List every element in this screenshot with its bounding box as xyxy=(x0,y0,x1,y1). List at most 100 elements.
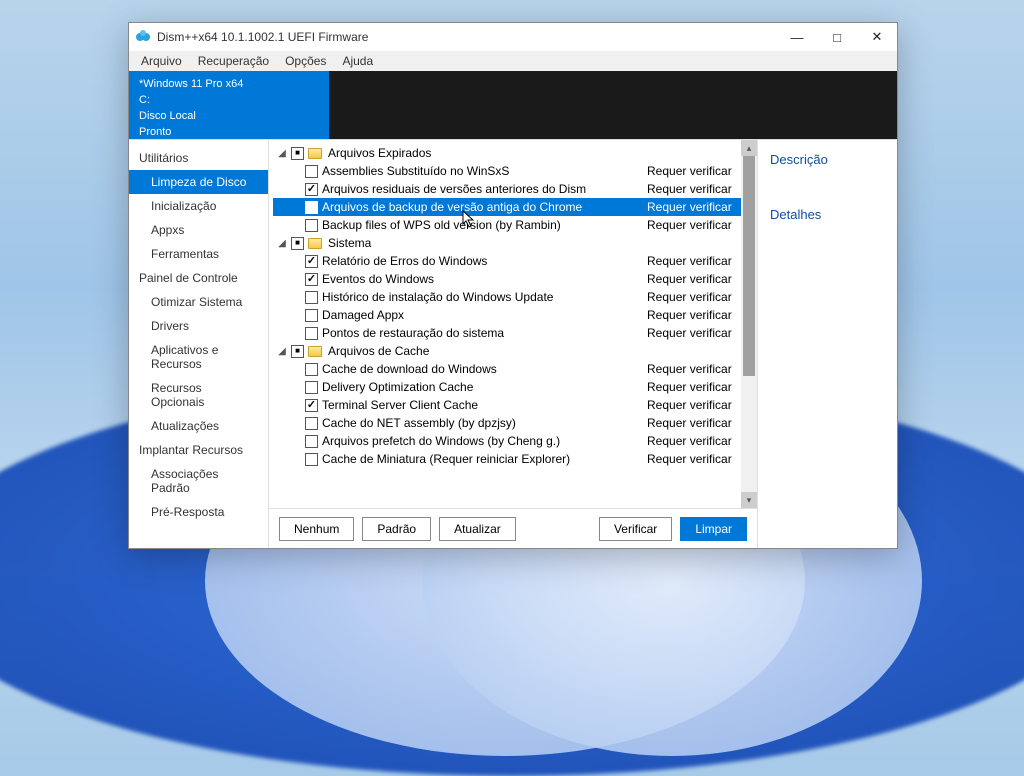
item-status: Requer verificar xyxy=(647,308,737,322)
item-status: Requer verificar xyxy=(647,398,737,412)
tree-item[interactable]: Assemblies Substituído no WinSxSRequer v… xyxy=(273,162,741,180)
sidebar-item[interactable]: Aplicativos e Recursos xyxy=(129,338,268,376)
scrollbar[interactable]: ▴ ▾ xyxy=(741,140,757,508)
item-label: Assemblies Substituído no WinSxS xyxy=(322,164,643,178)
refresh-button[interactable]: Atualizar xyxy=(439,517,516,541)
clean-button[interactable]: Limpar xyxy=(680,517,747,541)
item-checkbox[interactable] xyxy=(305,219,318,232)
maximize-button[interactable]: □ xyxy=(817,23,857,51)
default-button[interactable]: Padrão xyxy=(362,517,431,541)
group-checkbox[interactable] xyxy=(291,237,304,250)
item-label: Terminal Server Client Cache xyxy=(322,398,643,412)
item-status: Requer verificar xyxy=(647,182,737,196)
group-label: Arquivos Expirados xyxy=(328,146,431,160)
item-label: Histórico de instalação do Windows Updat… xyxy=(322,290,643,304)
item-status: Requer verificar xyxy=(647,218,737,232)
info-disk: Disco Local xyxy=(139,109,319,125)
item-checkbox[interactable] xyxy=(305,183,318,196)
sidebar-item[interactable]: Inicialização xyxy=(129,194,268,218)
item-checkbox[interactable] xyxy=(305,453,318,466)
system-info-panel[interactable]: *Windows 11 Pro x64 C: Disco Local Pront… xyxy=(129,71,329,139)
tree-item[interactable]: Cache de download do WindowsRequer verif… xyxy=(273,360,741,378)
tree-item[interactable]: Arquivos prefetch do Windows (by Cheng g… xyxy=(273,432,741,450)
tree-item[interactable]: Arquivos residuais de versões anteriores… xyxy=(273,180,741,198)
window-title: Dism++x64 10.1.1002.1 UEFI Firmware xyxy=(157,30,777,44)
tree-item[interactable]: Terminal Server Client Cache Requer verif… xyxy=(273,396,741,414)
sidebar-item[interactable]: Recursos Opcionais xyxy=(129,376,268,414)
item-label: Eventos do Windows xyxy=(322,272,643,286)
item-status: Requer verificar xyxy=(647,272,737,286)
item-status: Requer verificar xyxy=(647,380,737,394)
info-right-blank xyxy=(329,71,897,139)
sidebar-item[interactable]: Associações Padrão xyxy=(129,462,268,500)
sidebar-item[interactable]: Drivers xyxy=(129,314,268,338)
item-label: Arquivos prefetch do Windows (by Cheng g… xyxy=(322,434,643,448)
close-button[interactable]: ✕ xyxy=(857,23,897,51)
tree-group[interactable]: ◢ Arquivos de Cache xyxy=(273,342,741,360)
group-checkbox[interactable] xyxy=(291,345,304,358)
footer: Nenhum Padrão Atualizar Verificar Limpar xyxy=(269,508,757,548)
cleanup-tree: ◢ Arquivos Expirados Assemblies Substituíd… xyxy=(269,140,741,508)
tree-item[interactable]: Histórico de instalação do Windows Updat… xyxy=(273,288,741,306)
sidebar-group: Painel de Controle xyxy=(129,266,268,290)
expander-icon[interactable]: ◢ xyxy=(277,148,287,158)
sidebar-group: Utilitários xyxy=(129,146,268,170)
item-checkbox[interactable] xyxy=(305,399,318,412)
tree-item[interactable]: Damaged AppxRequer verificar xyxy=(273,306,741,324)
group-checkbox[interactable] xyxy=(291,147,304,160)
tree-item[interactable]: Cache de Miniatura (Requer reiniciar Exp… xyxy=(273,450,741,468)
folder-icon xyxy=(308,346,322,357)
tree-group[interactable]: ◢ Arquivos Expirados xyxy=(273,144,741,162)
titlebar[interactable]: Dism++x64 10.1.1002.1 UEFI Firmware — □ … xyxy=(129,23,897,51)
menu-recuperacao[interactable]: Recuperação xyxy=(190,52,277,70)
sidebar-item[interactable]: Appxs xyxy=(129,218,268,242)
scroll-down-button[interactable]: ▾ xyxy=(741,492,757,508)
item-label: Arquivos de backup de versão antiga do C… xyxy=(322,200,643,214)
description-heading: Descrição xyxy=(770,152,885,167)
item-label: Pontos de restauração do sistema xyxy=(322,326,643,340)
verify-button[interactable]: Verificar xyxy=(599,517,672,541)
item-checkbox[interactable] xyxy=(305,417,318,430)
tree-item[interactable]: Arquivos de backup de versão antiga do C… xyxy=(273,198,741,216)
group-label: Sistema xyxy=(328,236,371,250)
item-checkbox[interactable] xyxy=(305,165,318,178)
item-checkbox[interactable] xyxy=(305,309,318,322)
expander-icon[interactable]: ◢ xyxy=(277,238,287,248)
body-area: UtilitáriosLimpeza de DiscoInicialização… xyxy=(129,139,897,548)
sidebar-item[interactable]: Otimizar Sistema xyxy=(129,290,268,314)
sidebar-item[interactable]: Ferramentas xyxy=(129,242,268,266)
menu-ajuda[interactable]: Ajuda xyxy=(334,52,381,70)
item-status: Requer verificar xyxy=(647,434,737,448)
none-button[interactable]: Nenhum xyxy=(279,517,354,541)
expander-icon[interactable]: ◢ xyxy=(277,346,287,356)
item-checkbox[interactable] xyxy=(305,363,318,376)
sidebar-item[interactable]: Pré-Resposta xyxy=(129,500,268,524)
folder-icon xyxy=(308,238,322,249)
sidebar-item[interactable]: Limpeza de Disco xyxy=(129,170,268,194)
item-checkbox[interactable] xyxy=(305,255,318,268)
tree-item[interactable]: Relatório de Erros do WindowsRequer veri… xyxy=(273,252,741,270)
item-status: Requer verificar xyxy=(647,416,737,430)
tree-item[interactable]: Eventos do Windows Requer verificar xyxy=(273,270,741,288)
tree-item[interactable]: Backup files of WPS old version (by Ramb… xyxy=(273,216,741,234)
sidebar-item[interactable]: Atualizações xyxy=(129,414,268,438)
item-label: Cache do NET assembly (by dpzjsy) xyxy=(322,416,643,430)
scroll-thumb[interactable] xyxy=(743,156,755,376)
scroll-up-button[interactable]: ▴ xyxy=(741,140,757,156)
menu-opcoes[interactable]: Opções xyxy=(277,52,334,70)
tree-group[interactable]: ◢ Sistema xyxy=(273,234,741,252)
item-checkbox[interactable] xyxy=(305,273,318,286)
item-checkbox[interactable] xyxy=(305,291,318,304)
item-checkbox[interactable] xyxy=(305,327,318,340)
menu-arquivo[interactable]: Arquivo xyxy=(133,52,190,70)
tree-item[interactable]: Delivery Optimization CacheRequer verifi… xyxy=(273,378,741,396)
item-checkbox[interactable] xyxy=(305,381,318,394)
item-checkbox[interactable] xyxy=(305,435,318,448)
tree-item[interactable]: Cache do NET assembly (by dpzjsy) Requer … xyxy=(273,414,741,432)
app-window: Dism++x64 10.1.1002.1 UEFI Firmware — □ … xyxy=(128,22,898,549)
item-checkbox[interactable] xyxy=(305,201,318,214)
minimize-button[interactable]: — xyxy=(777,23,817,51)
menubar: Arquivo Recuperação Opções Ajuda xyxy=(129,51,897,71)
group-label: Arquivos de Cache xyxy=(328,344,429,358)
tree-item[interactable]: Pontos de restauração do sistemaRequer v… xyxy=(273,324,741,342)
